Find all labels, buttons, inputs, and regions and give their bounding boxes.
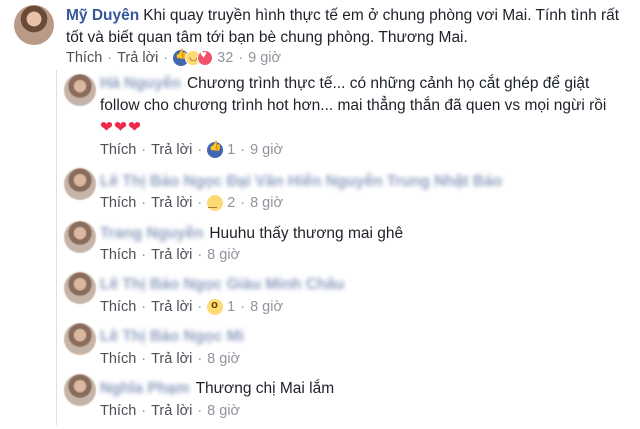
reply-avatar[interactable] bbox=[64, 168, 96, 200]
separator-dot: · bbox=[240, 195, 246, 211]
separator-dot: · bbox=[141, 351, 147, 367]
reply-comment: Hà Nguyễn Chương trình thực tế... có nhữn… bbox=[100, 73, 620, 139]
reply-actions: Thích · Trả lời · 8 giờ bbox=[100, 403, 240, 419]
timestamp[interactable]: 8 giờ bbox=[250, 299, 283, 315]
wow-icon[interactable] bbox=[207, 299, 224, 315]
reply-link[interactable]: Trả lời bbox=[151, 195, 192, 211]
timestamp[interactable]: 9 giờ bbox=[250, 142, 283, 158]
thread-line bbox=[56, 70, 57, 425]
timestamp[interactable]: 9 giờ bbox=[248, 50, 281, 66]
reply-actions: Thích · Trả lời · 1 · 9 giờ bbox=[100, 141, 283, 158]
reply-avatar[interactable] bbox=[64, 374, 96, 406]
reply-avatar[interactable] bbox=[64, 323, 96, 355]
like-link[interactable]: Thích bbox=[100, 247, 136, 263]
separator-dot: · bbox=[197, 142, 203, 158]
like-icon[interactable] bbox=[207, 141, 224, 158]
reply-link[interactable]: Trả lời bbox=[151, 247, 192, 263]
separator-dot: · bbox=[240, 299, 246, 315]
like-link[interactable]: Thích bbox=[100, 351, 136, 367]
reaction-count[interactable]: 1 bbox=[227, 299, 235, 315]
reply-link[interactable]: Trả lời bbox=[151, 403, 192, 419]
reply-text: Thương chị Mai lắm bbox=[195, 380, 335, 397]
reaction-count[interactable]: 1 bbox=[227, 142, 235, 158]
reply-author[interactable]: Hà Nguyễn bbox=[100, 75, 181, 92]
reply-comment: Lê Thị Bảo Ngọc Giàu Minh Châu bbox=[100, 274, 620, 296]
hearts-emoji: ❤❤❤ bbox=[100, 119, 142, 136]
separator-dot: · bbox=[197, 195, 203, 211]
timestamp[interactable]: 8 giờ bbox=[250, 195, 283, 211]
reply-author[interactable]: Lê Thị Bảo Ngọc Giàu Minh Châu bbox=[100, 276, 345, 293]
reply-avatar[interactable] bbox=[64, 221, 96, 253]
reply-link[interactable]: Trả lời bbox=[117, 50, 158, 66]
reply-actions: Thích · Trả lời · 8 giờ bbox=[100, 351, 240, 367]
reply-comment: Lê Thị Bảo Ngọc Mi bbox=[100, 326, 620, 348]
separator-dot: · bbox=[197, 403, 203, 419]
main-comment-text: Khi quay truyền hình thực tế em ở chung … bbox=[66, 7, 620, 46]
heart-icon[interactable] bbox=[197, 49, 214, 66]
separator-dot: · bbox=[141, 142, 147, 158]
reply-actions: Thích · Trả lời · 2 · 8 giờ bbox=[100, 195, 283, 211]
main-comment-author[interactable]: Mỹ Duyên bbox=[66, 7, 139, 24]
reply-link[interactable]: Trả lời bbox=[151, 142, 192, 158]
separator-dot: · bbox=[197, 299, 203, 315]
like-link[interactable]: Thích bbox=[100, 195, 136, 211]
timestamp[interactable]: 8 giờ bbox=[207, 403, 240, 419]
like-link[interactable]: Thích bbox=[66, 50, 102, 66]
separator-dot: · bbox=[163, 50, 169, 66]
like-link[interactable]: Thích bbox=[100, 299, 136, 315]
separator-dot: · bbox=[238, 50, 244, 66]
reply-comment: Lê Thị Bảo Ngọc Đại Văn Hiến Nguyễn Trun… bbox=[100, 171, 620, 193]
reply-actions: Thích · Trả lời · 1 · 8 giờ bbox=[100, 299, 283, 315]
separator-dot: · bbox=[141, 195, 147, 211]
separator-dot: · bbox=[197, 247, 203, 263]
like-link[interactable]: Thích bbox=[100, 142, 136, 158]
sad-icon[interactable] bbox=[207, 195, 224, 211]
reaction-count[interactable]: 32 bbox=[217, 50, 233, 66]
reply-author[interactable]: Trang Nguyễn bbox=[100, 225, 203, 242]
separator-dot: · bbox=[240, 142, 246, 158]
like-link[interactable]: Thích bbox=[100, 403, 136, 419]
reply-actions: Thích · Trả lời · 8 giờ bbox=[100, 247, 240, 263]
separator-dot: · bbox=[197, 351, 203, 367]
separator-dot: · bbox=[141, 299, 147, 315]
reply-avatar[interactable] bbox=[64, 272, 96, 304]
reply-author[interactable]: Nghĩa Phạm bbox=[100, 380, 190, 397]
reply-comment: Trang Nguyễn Huuhu thấy thương mai ghê bbox=[100, 223, 620, 245]
separator-dot: · bbox=[141, 247, 147, 263]
separator-dot: · bbox=[107, 50, 113, 66]
reply-link[interactable]: Trả lời bbox=[151, 299, 192, 315]
reply-avatar[interactable] bbox=[64, 74, 96, 106]
reaction-count[interactable]: 2 bbox=[227, 195, 235, 211]
reply-text: Huuhu thấy thương mai ghê bbox=[209, 225, 404, 242]
timestamp[interactable]: 8 giờ bbox=[207, 351, 240, 367]
separator-dot: · bbox=[141, 403, 147, 419]
main-comment-avatar[interactable] bbox=[14, 5, 54, 45]
reply-comment: Nghĩa Phạm Thương chị Mai lắm bbox=[100, 378, 620, 400]
reply-author[interactable]: Lê Thị Bảo Ngọc Đại Văn Hiến Nguyễn Trun… bbox=[100, 173, 502, 190]
reply-author[interactable]: Lê Thị Bảo Ngọc Mi bbox=[100, 328, 244, 345]
reply-link[interactable]: Trả lời bbox=[151, 351, 192, 367]
main-comment-actions: Thích · Trả lời · 32 · 9 giờ bbox=[66, 49, 281, 66]
timestamp[interactable]: 8 giờ bbox=[207, 247, 240, 263]
main-comment: Mỹ Duyên Khi quay truyền hình thực tế em … bbox=[66, 5, 626, 49]
